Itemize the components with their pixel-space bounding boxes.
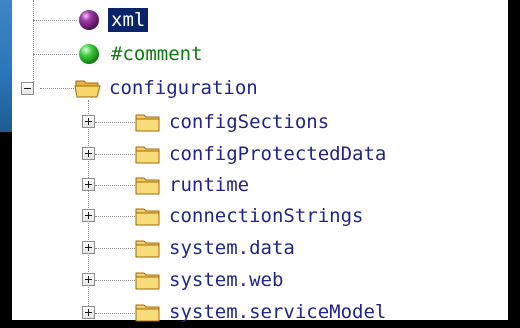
node-label: system.web: [169, 269, 284, 291]
folder-icon: [135, 240, 160, 258]
minus-icon: [24, 88, 31, 89]
tree-node-comment[interactable]: #comment: [79, 40, 206, 68]
folder-icon: [135, 272, 160, 290]
plus-icon: [85, 181, 92, 188]
expand-toggle[interactable]: [82, 178, 95, 191]
tree-node-configuration[interactable]: configuration: [74, 74, 261, 102]
node-label: configSections: [169, 111, 330, 133]
tree-node-runtime[interactable]: runtime: [134, 171, 252, 199]
tree-connector: [95, 280, 135, 281]
tree-node-system-web[interactable]: system.web: [134, 266, 286, 294]
tree-connector: [33, 54, 77, 55]
plus-icon: [85, 244, 92, 251]
node-label: configProtectedData: [169, 143, 387, 165]
node-label: runtime: [169, 174, 250, 196]
folder-icon: [135, 146, 160, 164]
tree-connector: [33, 20, 77, 21]
tree-connector: [95, 154, 135, 155]
plus-icon: [85, 309, 92, 316]
plus-icon: [85, 150, 92, 157]
folder-icon: [135, 114, 160, 132]
tree-connector: [95, 185, 135, 186]
expand-toggle[interactable]: [82, 209, 95, 222]
tree-node-configsections[interactable]: configSections: [134, 108, 332, 136]
folder-open-icon: [74, 80, 101, 98]
expand-toggle[interactable]: [82, 241, 95, 254]
expand-toggle[interactable]: [82, 147, 95, 160]
node-label: connectionStrings: [169, 205, 364, 227]
tree-connector: [33, 0, 34, 88]
purple-sphere-icon: [79, 10, 99, 30]
window-frame: xml #comment configuration configSection…: [0, 0, 520, 328]
collapse-toggle[interactable]: [21, 82, 34, 95]
plus-icon: [85, 276, 92, 283]
green-sphere-icon: [79, 44, 99, 64]
tree-node-connectionstrings[interactable]: connectionStrings: [134, 202, 366, 230]
node-label: xml: [106, 7, 150, 33]
tree-node-system-servicemodel[interactable]: system.serviceModel: [134, 298, 389, 326]
expand-toggle[interactable]: [82, 115, 95, 128]
tree-connector: [40, 88, 74, 89]
tree-node-system-data[interactable]: system.data: [134, 234, 298, 262]
tree-connector: [95, 313, 135, 314]
node-label: #comment: [111, 43, 203, 65]
tree-connector: [95, 122, 135, 123]
tree-node-xml[interactable]: xml: [79, 6, 150, 34]
folder-icon: [135, 304, 160, 322]
node-label: system.serviceModel: [169, 301, 387, 323]
xml-tree-view[interactable]: xml #comment configuration configSection…: [12, 0, 508, 323]
folder-icon: [135, 208, 160, 226]
tree-connector: [95, 216, 135, 217]
plus-icon: [85, 118, 92, 125]
folder-icon: [135, 177, 160, 195]
tree-connector: [95, 248, 135, 249]
node-label: configuration: [109, 77, 258, 99]
expand-toggle[interactable]: [82, 273, 95, 286]
window-background-strip: [0, 0, 12, 132]
tree-node-configprotecteddata[interactable]: configProtectedData: [134, 140, 389, 168]
plus-icon: [85, 212, 92, 219]
node-label: system.data: [169, 237, 295, 259]
expand-toggle[interactable]: [82, 306, 95, 319]
